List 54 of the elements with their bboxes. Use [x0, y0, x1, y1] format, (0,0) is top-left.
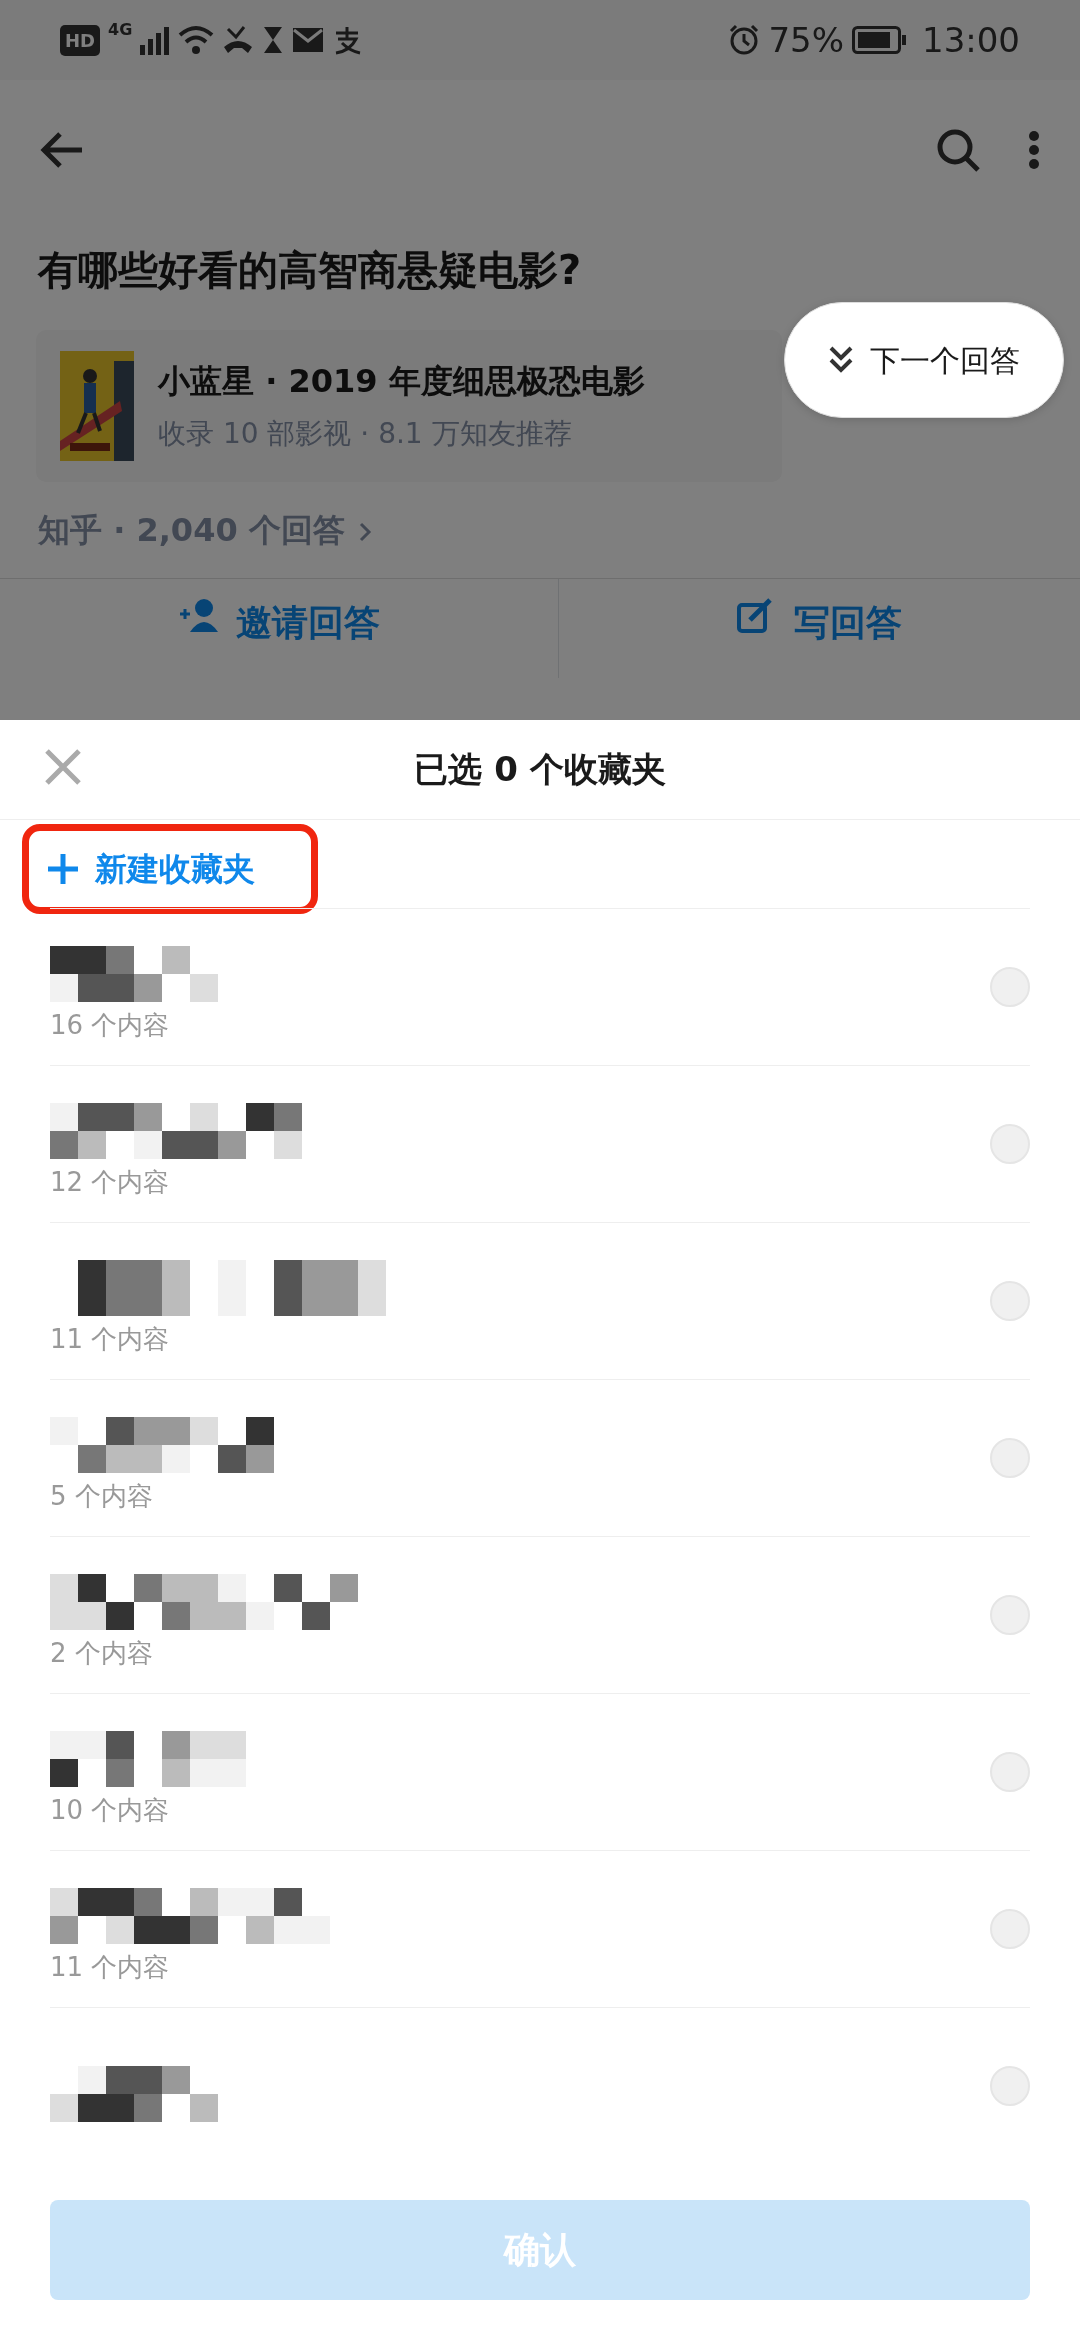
invite-person-icon: [177, 596, 220, 634]
folder-count: 2 个内容: [50, 1636, 154, 1670]
signal-icon: [140, 25, 171, 55]
folder-count: 16 个内容: [50, 1008, 171, 1042]
folder-count: 11 个内容: [50, 1950, 171, 1984]
folder-count: 5 个内容: [50, 1479, 154, 1513]
folder-row[interactable]: 5 个内容: [50, 1379, 1030, 1536]
collection-subtitle: 收录 10 部影视 · 8.1 万知友推荐: [158, 416, 573, 452]
battery-percent: 75%: [768, 18, 844, 62]
wifi-icon: [178, 25, 215, 55]
folder-count: 12 个内容: [50, 1165, 171, 1199]
search-icon: [936, 128, 980, 172]
folder-count: 10 个内容: [50, 1793, 171, 1827]
collection-title: 小蓝星 · 2019 年度细思极恐电影: [158, 361, 645, 402]
new-folder-button[interactable]: 新建收藏夹: [29, 831, 255, 907]
radio-button[interactable]: [990, 1909, 1030, 1949]
network-label: 4G: [108, 19, 133, 41]
plus-icon: [47, 853, 79, 885]
folder-row[interactable]: 2 个内容: [50, 1536, 1030, 1693]
folder-row[interactable]: 11 个内容: [50, 1222, 1030, 1379]
folder-row[interactable]: 10 个内容: [50, 1693, 1030, 1850]
source-link[interactable]: 知乎 · 2,040 个回答: [38, 511, 345, 549]
status-time: 13:00: [922, 18, 1020, 62]
more-icon: [1028, 130, 1040, 170]
question-title: 有哪些好看的高智商悬疑电影?: [36, 246, 583, 295]
collection-card[interactable]: 小蓝星 · 2019 年度细思极恐电影 收录 10 部影视 · 8.1 万知友推荐: [36, 330, 782, 482]
hourglass-icon: [262, 25, 285, 55]
folder-count: 11 个内容: [50, 1322, 171, 1356]
radio-button[interactable]: [990, 1281, 1030, 1321]
close-button[interactable]: [44, 748, 82, 786]
folder-row[interactable]: 11 个内容: [50, 1850, 1030, 2007]
folder-row[interactable]: 12 个内容: [50, 1065, 1030, 1222]
radio-button[interactable]: [990, 2066, 1030, 2106]
hd-label: HD: [60, 24, 100, 56]
missed-call-icon: [222, 25, 255, 55]
close-icon: [44, 748, 82, 786]
radio-button[interactable]: [990, 1438, 1030, 1478]
alarm-icon: [728, 24, 761, 56]
back-button[interactable]: [40, 130, 84, 170]
mail-icon: [292, 27, 325, 53]
radio-button[interactable]: [990, 1752, 1030, 1792]
radio-button[interactable]: [990, 1595, 1030, 1635]
folder-row[interactable]: 16 个内容: [50, 908, 1030, 1065]
battery-icon: [852, 26, 906, 54]
next-answer-button[interactable]: 下一个回答: [784, 302, 1064, 418]
more-button[interactable]: [1028, 130, 1040, 170]
action-button[interactable]: 邀请回答: [171, 595, 386, 678]
action-button[interactable]: 写回答: [730, 595, 909, 678]
search-button[interactable]: [936, 128, 980, 172]
radio-button[interactable]: [990, 967, 1030, 1007]
double-chevron-down-icon: [828, 345, 854, 375]
back-icon: [40, 130, 84, 170]
sheet-title: 已选 0 个收藏夹: [414, 748, 666, 791]
radio-button[interactable]: [990, 1124, 1030, 1164]
